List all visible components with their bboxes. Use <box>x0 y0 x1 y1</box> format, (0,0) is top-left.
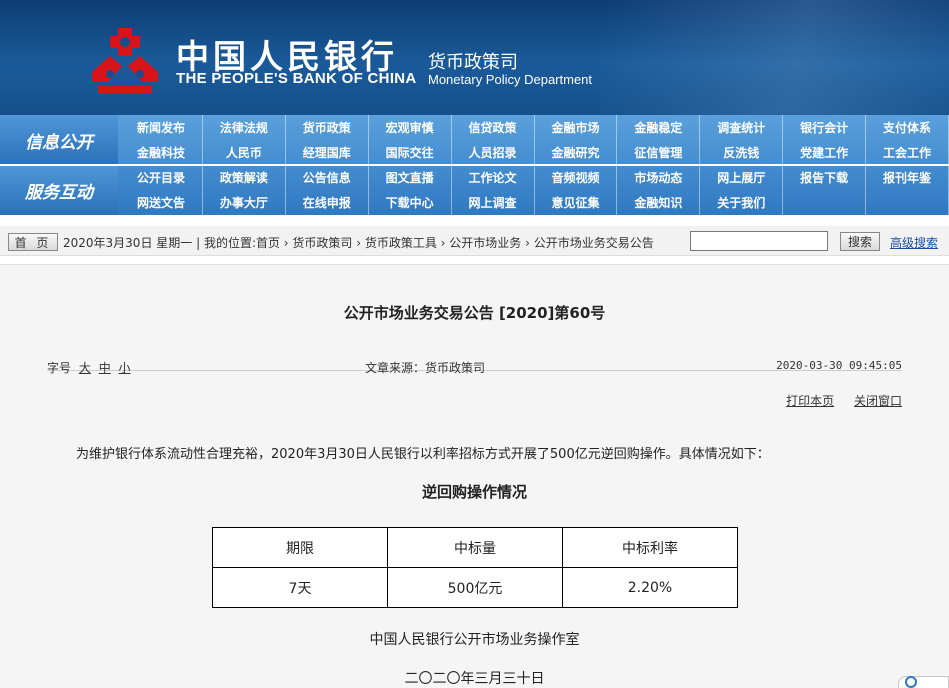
banner-highlight <box>600 0 949 115</box>
issuer-signature: 中国人民银行公开市场业务操作室 <box>369 632 580 648</box>
nav-item-empty <box>783 190 867 215</box>
nav-item[interactable]: 意见征集 <box>535 190 618 215</box>
nav-item[interactable]: 人民币 <box>203 140 286 165</box>
nav-item[interactable]: 网上调查 <box>452 190 535 215</box>
breadcrumb-separator: | <box>196 236 204 250</box>
article-panel: 公开市场业务交易公告 [2020]第60号 字号 大 中 小 文章来源：货币政策… <box>0 264 949 688</box>
font-size-switcher: 字号 大 中 小 <box>47 359 131 376</box>
nav-item[interactable]: 征信管理 <box>617 140 701 165</box>
search-button[interactable]: 搜索 <box>840 232 880 251</box>
pboc-emblem-icon[interactable] <box>88 26 162 96</box>
article-meta: 字号 大 中 小 文章来源：货币政策司 2020-03-30 09:45:05 <box>47 347 902 375</box>
nav-item[interactable]: 经理国库 <box>286 140 369 165</box>
main-navigation: 信息公开 服务互动 新闻发布 法律法规 货币政策 宏观审慎 信贷政策 金融市场 … <box>0 115 949 215</box>
table-header-row: 期限 中标量 中标利率 <box>212 527 738 568</box>
font-size-medium[interactable]: 中 <box>99 361 111 375</box>
nav-item[interactable]: 反洗钱 <box>700 140 784 165</box>
nav-item[interactable]: 工会工作 <box>866 140 949 165</box>
nav-item[interactable]: 金融稳定 <box>617 115 701 140</box>
nav-divider <box>0 164 949 166</box>
nav-item[interactable]: 办事大厅 <box>203 190 286 215</box>
breadcrumb-path[interactable]: 我的位置:首页 › 货币政策司 › 货币政策工具 › 公开市场业务 › 公开市场… <box>204 236 654 250</box>
table-caption: 逆回购操作情况 <box>421 483 527 501</box>
widget-icon <box>905 676 917 688</box>
article-title: 公开市场业务交易公告 [2020]第60号 <box>343 304 606 322</box>
nav-item[interactable]: 公开目录 <box>120 165 203 190</box>
nav-item[interactable]: 金融知识 <box>617 190 701 215</box>
font-size-label: 字号 <box>47 361 72 375</box>
nav-section-info[interactable]: 信息公开 <box>0 115 118 165</box>
floating-widget[interactable] <box>898 676 949 688</box>
article-source: 文章来源：货币政策司 <box>365 361 486 375</box>
font-size-large[interactable]: 大 <box>79 361 91 375</box>
nav-item[interactable]: 支付体系 <box>866 115 949 140</box>
search-input[interactable] <box>690 231 828 251</box>
print-page-link[interactable]: 打印本页 <box>786 394 834 408</box>
site-banner: 中国人民银行 THE PEOPLE'S BANK OF CHINA 货币政策司 … <box>0 0 949 115</box>
close-window-link[interactable]: 关闭窗口 <box>854 394 902 408</box>
issue-date: 二〇二〇年三月三十日 <box>404 671 545 687</box>
nav-item[interactable]: 货币政策 <box>286 115 369 140</box>
cell-rate: 2.20% <box>562 567 738 608</box>
nav-item[interactable]: 下载中心 <box>369 190 452 215</box>
breadcrumb-bar: 首 页 2020年3月30日 星期一 | 我的位置:首页 › 货币政策司 › 货… <box>0 226 949 256</box>
nav-item[interactable]: 网送文告 <box>120 190 203 215</box>
nav-item[interactable]: 新闻发布 <box>120 115 203 140</box>
nav-item[interactable]: 调查统计 <box>700 115 784 140</box>
nav-item[interactable]: 关于我们 <box>700 190 784 215</box>
nav-item[interactable]: 法律法规 <box>203 115 286 140</box>
cell-volume: 500亿元 <box>387 567 563 608</box>
nav-section-service[interactable]: 服务互动 <box>0 165 118 215</box>
current-date: 2020年3月30日 星期一 <box>63 236 193 250</box>
header-cell-volume: 中标量 <box>387 527 563 568</box>
nav-item[interactable]: 金融科技 <box>120 140 203 165</box>
nav-item[interactable]: 金融研究 <box>535 140 618 165</box>
article-timestamp: 2020-03-30 09:45:05 <box>776 359 902 372</box>
nav-item[interactable]: 报告下载 <box>783 165 867 190</box>
nav-item[interactable]: 人员招录 <box>452 140 535 165</box>
department-name-en: Monetary Policy Department <box>428 72 593 87</box>
article-intro: 为维护银行体系流动性合理充裕，2020年3月30日人民银行以利率招标方式开展了5… <box>76 447 770 462</box>
nav-item[interactable]: 报刊年鉴 <box>866 165 949 190</box>
nav-item[interactable]: 信贷政策 <box>452 115 535 140</box>
nav-item[interactable]: 银行会计 <box>783 115 867 140</box>
table-row: 7天 500亿元 2.20% <box>212 567 738 608</box>
nav-item[interactable]: 国际交往 <box>369 140 452 165</box>
bank-name-en: THE PEOPLE'S BANK OF CHINA <box>176 70 417 87</box>
font-size-small[interactable]: 小 <box>119 361 131 375</box>
nav-item[interactable]: 图文直播 <box>369 165 452 190</box>
nav-item[interactable]: 工作论文 <box>452 165 535 190</box>
reverse-repo-table: 期限 中标量 中标利率 7天 500亿元 2.20% <box>212 527 738 608</box>
nav-item[interactable]: 公告信息 <box>286 165 369 190</box>
nav-item[interactable]: 在线申报 <box>286 190 369 215</box>
nav-item[interactable]: 网上展厅 <box>700 165 784 190</box>
nav-item[interactable]: 音频视频 <box>535 165 618 190</box>
department-name-cn: 货币政策司 <box>428 52 518 73</box>
breadcrumb: 2020年3月30日 星期一 | 我的位置:首页 › 货币政策司 › 货币政策工… <box>63 234 654 251</box>
nav-item-empty <box>866 190 949 215</box>
nav-item[interactable]: 政策解读 <box>203 165 286 190</box>
article-actions: 打印本页 关闭窗口 <box>770 392 902 409</box>
advanced-search-link[interactable]: 高级搜索 <box>890 234 938 251</box>
home-button[interactable]: 首 页 <box>8 233 58 251</box>
header-cell-term: 期限 <box>212 527 388 568</box>
nav-item[interactable]: 党建工作 <box>783 140 867 165</box>
nav-item[interactable]: 金融市场 <box>535 115 618 140</box>
nav-item[interactable]: 市场动态 <box>617 165 701 190</box>
nav-item[interactable]: 宏观审慎 <box>369 115 452 140</box>
cell-term: 7天 <box>212 567 388 608</box>
header-cell-rate: 中标利率 <box>562 527 738 568</box>
